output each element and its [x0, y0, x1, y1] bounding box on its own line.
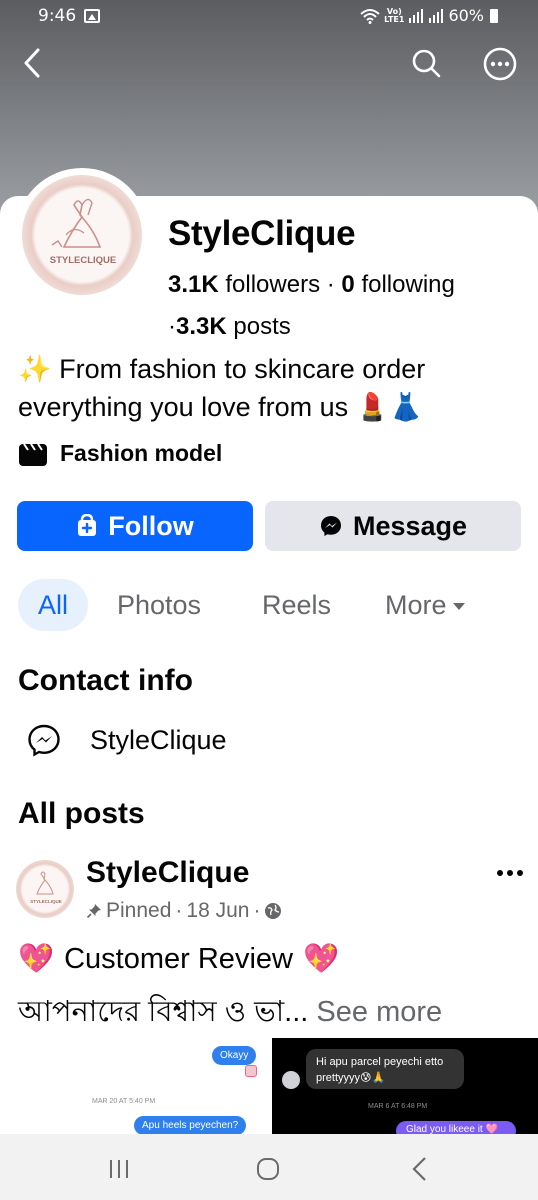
- chat-bubble-question: Apu heels peyechen?: [134, 1116, 247, 1135]
- battery-icon: [490, 8, 498, 23]
- dress-icon: 👗: [389, 392, 423, 422]
- follow-button[interactable]: Follow: [17, 501, 253, 551]
- following-count[interactable]: 0: [341, 271, 354, 298]
- dress-logo-small-icon: STYLECLIQUE: [30, 871, 62, 904]
- tab-more-label: More: [385, 589, 447, 620]
- tab-photos[interactable]: Photos: [117, 579, 201, 631]
- all-posts-title: All posts: [18, 797, 145, 830]
- more-options-icon[interactable]: [482, 46, 518, 82]
- profile-avatar[interactable]: STYLECLIQUE: [22, 175, 142, 295]
- message-button-label: Message: [352, 510, 468, 541]
- recent-apps-icon[interactable]: [107, 1158, 131, 1180]
- contact-messenger-row[interactable]: StyleClique: [26, 722, 227, 758]
- follow-button-label: Follow: [108, 510, 194, 541]
- contact-info-title: Contact info: [18, 664, 193, 697]
- stats-separator-2: ·: [168, 313, 176, 340]
- status-time: 9:46: [38, 6, 77, 26]
- sparkling-heart-icon-2: 💖: [302, 943, 340, 975]
- signal-icon-2: [429, 8, 444, 23]
- messenger-icon: [320, 516, 341, 536]
- chat-date-right: MAR 6 AT 6:48 PM: [368, 1103, 428, 1110]
- wifi-icon: [360, 8, 380, 24]
- stats-separator: ·: [326, 271, 335, 298]
- globe-icon: [265, 903, 282, 919]
- following-label[interactable]: following: [361, 271, 454, 298]
- profile-bio: ✨ From fashion to skincare order everyth…: [18, 350, 528, 426]
- posts-count: 3.3K: [176, 313, 227, 340]
- status-bar: 9:46 Vo) LTE1 60%: [0, 0, 538, 34]
- follow-icon: [78, 514, 97, 536]
- tab-reels[interactable]: Reels: [262, 579, 331, 631]
- battery-percent: 60%: [448, 6, 484, 25]
- followers-count[interactable]: 3.1K: [168, 271, 219, 298]
- sparkling-heart-icon: 💖: [18, 943, 55, 975]
- message-button[interactable]: Message: [265, 501, 521, 551]
- chat-avatar: [282, 1071, 300, 1089]
- post-pinned-label: Pinned: [106, 899, 172, 922]
- back-arrow-icon[interactable]: [18, 46, 48, 80]
- post-author-name[interactable]: StyleClique: [86, 856, 249, 890]
- system-back-icon[interactable]: [410, 1156, 430, 1182]
- bio-line-1: From fashion to skincare order: [59, 354, 426, 384]
- contact-messenger-name: StyleClique: [90, 724, 227, 755]
- meta-separator: ·: [175, 899, 183, 922]
- avatar-logo-text: STYLECLIQUE: [50, 255, 117, 266]
- chat-bubble-dark: Hi apu parcel peyechi etto prettyyyy😰🙏: [306, 1049, 464, 1089]
- search-icon[interactable]: [410, 47, 442, 79]
- profile-category: Fashion model: [18, 440, 222, 467]
- volte-indicator: Vo) LTE1: [384, 6, 405, 24]
- category-label: Fashion model: [60, 440, 223, 466]
- post-text-line-1: 💖 Customer Review 💖: [18, 942, 339, 976]
- post-text-line-2: আপনাদের বিশ্বাস ও ভা... See more: [18, 989, 533, 1038]
- messenger-outline-icon: [28, 724, 60, 757]
- posts-label: posts: [233, 313, 291, 340]
- clapperboard-icon: [19, 442, 47, 466]
- meta-separator-2: ·: [253, 899, 261, 922]
- caret-down-icon: [452, 602, 465, 610]
- tab-all[interactable]: All: [18, 579, 88, 631]
- signal-icon: [409, 8, 424, 23]
- gallery-notification-icon: [84, 9, 100, 23]
- post-body-preview: আপনাদের বিশ্বাস ও ভা...: [18, 996, 309, 1028]
- dress-logo-icon: STYLECLIQUE: [48, 198, 118, 267]
- profile-name: StyleClique: [168, 214, 356, 253]
- sparkles-icon: ✨: [18, 354, 52, 384]
- chat-date-left: MAR 20 AT 5:40 PM: [92, 1098, 156, 1105]
- heart-reaction-icon: [245, 1065, 257, 1077]
- post-heading: Customer Review: [64, 942, 293, 975]
- chat-bubble-okay: Okayy: [212, 1046, 257, 1065]
- see-more-link[interactable]: See more: [316, 996, 442, 1028]
- tab-more[interactable]: More: [385, 579, 465, 631]
- lipstick-icon: 💄: [355, 392, 390, 422]
- status-indicators: Vo) LTE1 60%: [360, 6, 498, 25]
- followers-label[interactable]: followers: [225, 271, 320, 298]
- post-meta: Pinned · 18 Jun ·: [86, 899, 282, 923]
- post-more-icon[interactable]: [495, 866, 527, 880]
- profile-tabs: All Photos Reels More: [18, 579, 538, 631]
- pin-icon: [86, 904, 101, 919]
- post-avatar-logo-text: STYLECLIQUE: [30, 899, 62, 904]
- bio-line-2: everything you love from us: [18, 392, 349, 422]
- post-author-avatar[interactable]: STYLECLIQUE: [16, 860, 74, 918]
- post-date[interactable]: 18 Jun: [186, 899, 249, 923]
- home-icon[interactable]: [256, 1157, 280, 1181]
- profile-stats: 3.1K followers · 0 following ·3.3K posts: [168, 264, 518, 348]
